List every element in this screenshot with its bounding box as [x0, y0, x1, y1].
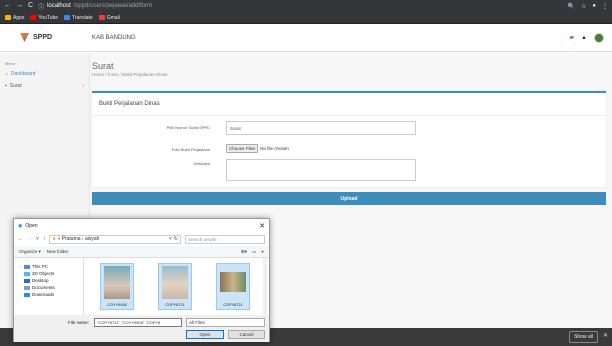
dialog-close-icon[interactable]: ✕: [259, 222, 265, 230]
surat-label: Pilih Nomor Surat SPPD: [166, 125, 210, 130]
logo-icon: [20, 33, 29, 42]
address-bar[interactable]: ⓘ localhost/sppd/users/pejawai/add/form: [38, 2, 152, 11]
folder-icon: ▪: [5, 83, 7, 89]
bookmarks-bar: Apps YouTube Translate Gmail: [0, 12, 612, 24]
bookmark-youtube[interactable]: YouTube: [30, 15, 58, 21]
file-thumbnail[interactable]: COPY8721: [158, 263, 192, 310]
refresh-icon[interactable]: ↻: [174, 236, 178, 242]
close-icon[interactable]: ✕: [603, 332, 608, 339]
folder-icon: ■: [52, 236, 56, 242]
new-folder-button[interactable]: New folder: [47, 249, 69, 254]
filename-input[interactable]: "COPY8721" "COYY9908" "COPY8: [94, 318, 182, 327]
dialog-search-input[interactable]: Search aisyah: [185, 234, 265, 244]
forward-icon[interactable]: →: [16, 0, 23, 12]
tree-item-documents[interactable]: Documents: [14, 284, 83, 291]
file-input[interactable]: Choose Files No file chosen: [226, 144, 289, 153]
up-icon[interactable]: ↑: [43, 236, 46, 242]
bookmark-gmail[interactable]: Gmail: [98, 15, 120, 21]
tree-item-desktop[interactable]: Desktop: [14, 277, 83, 284]
chrome-icon: ◉: [18, 222, 23, 229]
photo-image: [162, 266, 188, 299]
choose-files-button[interactable]: Choose Files: [226, 144, 259, 153]
dialog-address-row: ← → ˅ ↑ ■ « Pratama › aisyah ˅ ↻ Search …: [14, 232, 269, 246]
filetype-select[interactable]: All Files: [186, 318, 265, 327]
tree-item-3d-objects[interactable]: 3D Objects: [14, 270, 83, 277]
url-path: /sppd/users/pejawai/add/form: [73, 3, 153, 9]
star-icon[interactable]: ☆: [581, 3, 586, 10]
app-header: SPPD KAB BANDUNG ▰ ▲: [0, 24, 612, 52]
surat-select[interactable]: Surat: [226, 121, 416, 135]
avatar[interactable]: [594, 32, 604, 43]
chevron-icon: ‹: [82, 83, 84, 89]
brand[interactable]: SPPD: [0, 33, 90, 42]
scrollbar[interactable]: [263, 258, 267, 315]
forward-icon[interactable]: →: [27, 236, 32, 242]
page-title: Surat: [92, 61, 114, 71]
file-name: COPY8721: [165, 303, 185, 307]
file-list: COYY9908 COPY8721 COPY8721: [86, 260, 266, 314]
dialog-title: Open: [25, 222, 38, 229]
card-title: Bukti Perjalanan Dinas: [92, 93, 606, 116]
dialog-toolbar: Organize ▾ New folder ⊞▾ ▭ ●: [14, 246, 269, 258]
sidebar-section-label: Menu: [5, 61, 16, 66]
dialog-path-box[interactable]: ■ « Pratama › aisyah ˅ ↻: [49, 234, 181, 244]
photo-image: [104, 266, 130, 299]
chevron-down-icon[interactable]: ˅: [36, 236, 39, 242]
foto-label: Foto Bukti Perjalanan: [171, 147, 210, 152]
info-icon: ⓘ: [38, 4, 45, 11]
nav-tree: This PC 3D Objects Desktop Documents Dow…: [14, 258, 84, 315]
dialog-footer: File name: "COPY8721" "COYY9908" "COPY8 …: [14, 315, 269, 342]
bookmark-translate[interactable]: Translate: [64, 15, 93, 21]
file-name: COPY8721: [223, 303, 243, 307]
filename-label: File name:: [68, 320, 90, 325]
help-icon[interactable]: ●: [261, 249, 264, 255]
cancel-button[interactable]: Cancel: [228, 330, 265, 339]
menu-icon[interactable]: ⋮: [602, 3, 608, 10]
back-icon[interactable]: ←: [4, 0, 11, 12]
notification-icon[interactable]: ▲: [581, 35, 587, 41]
breadcrumb: Home / Form / Bukti Perjalanan Dinas: [92, 72, 168, 77]
chevron-down-icon[interactable]: ˅: [169, 236, 172, 242]
url-host: localhost: [47, 3, 71, 9]
file-name: COYY9908: [107, 303, 127, 307]
no-file-text: No file chosen: [260, 146, 289, 151]
sidebar-item-dashboard[interactable]: ⌂ Dashboard: [0, 68, 89, 80]
show-all-button[interactable]: Show all: [569, 331, 598, 343]
form-card: Bukti Perjalanan Dinas Pilih Nomor Surat…: [92, 91, 606, 187]
zoom-icon[interactable]: 🔍: [568, 3, 575, 10]
sidebar-item-label: Dashboard: [11, 71, 36, 77]
file-thumbnail[interactable]: COYY9908: [100, 263, 134, 310]
open-file-dialog: ◉ Open ✕ ← → ˅ ↑ ■ « Pratama › aisyah ˅ …: [13, 218, 270, 342]
browser-toolbar: ← → C ⓘ localhost/sppd/users/pejawai/add…: [0, 0, 612, 12]
back-icon[interactable]: ←: [18, 236, 23, 242]
tree-item-downloads[interactable]: Downloads: [14, 291, 83, 298]
reload-icon[interactable]: C: [28, 0, 33, 12]
profile-icon[interactable]: ●: [592, 3, 596, 9]
brand-name: SPPD: [33, 34, 53, 41]
file-thumbnail[interactable]: COPY8721: [216, 263, 250, 310]
organize-button[interactable]: Organize ▾: [19, 249, 41, 255]
dialog-path: « Pratama › aisyah: [57, 236, 100, 242]
sidebar-item-label: Surat: [9, 83, 22, 89]
deskripsi-textarea[interactable]: [226, 159, 416, 181]
home-icon: ⌂: [5, 71, 9, 77]
bookmark-apps[interactable]: Apps: [5, 15, 24, 21]
photo-image: [220, 272, 246, 292]
flag-icon[interactable]: ▰: [569, 34, 574, 41]
preview-pane-icon[interactable]: ▭: [252, 249, 256, 255]
org-name: KAB BANDUNG: [92, 34, 136, 41]
open-button[interactable]: Open: [186, 330, 224, 339]
deskripsi-label: Deskripsi: [193, 161, 210, 166]
upload-button[interactable]: Upload: [92, 192, 606, 205]
view-options-icon[interactable]: ⊞▾: [241, 249, 247, 255]
dialog-titlebar: ◉ Open ✕: [14, 219, 269, 232]
sidebar-item-surat[interactable]: ▪ Surat ‹: [0, 80, 89, 92]
tree-item-this-pc[interactable]: This PC: [14, 263, 83, 270]
dialog-body: This PC 3D Objects Desktop Documents Dow…: [14, 258, 269, 315]
